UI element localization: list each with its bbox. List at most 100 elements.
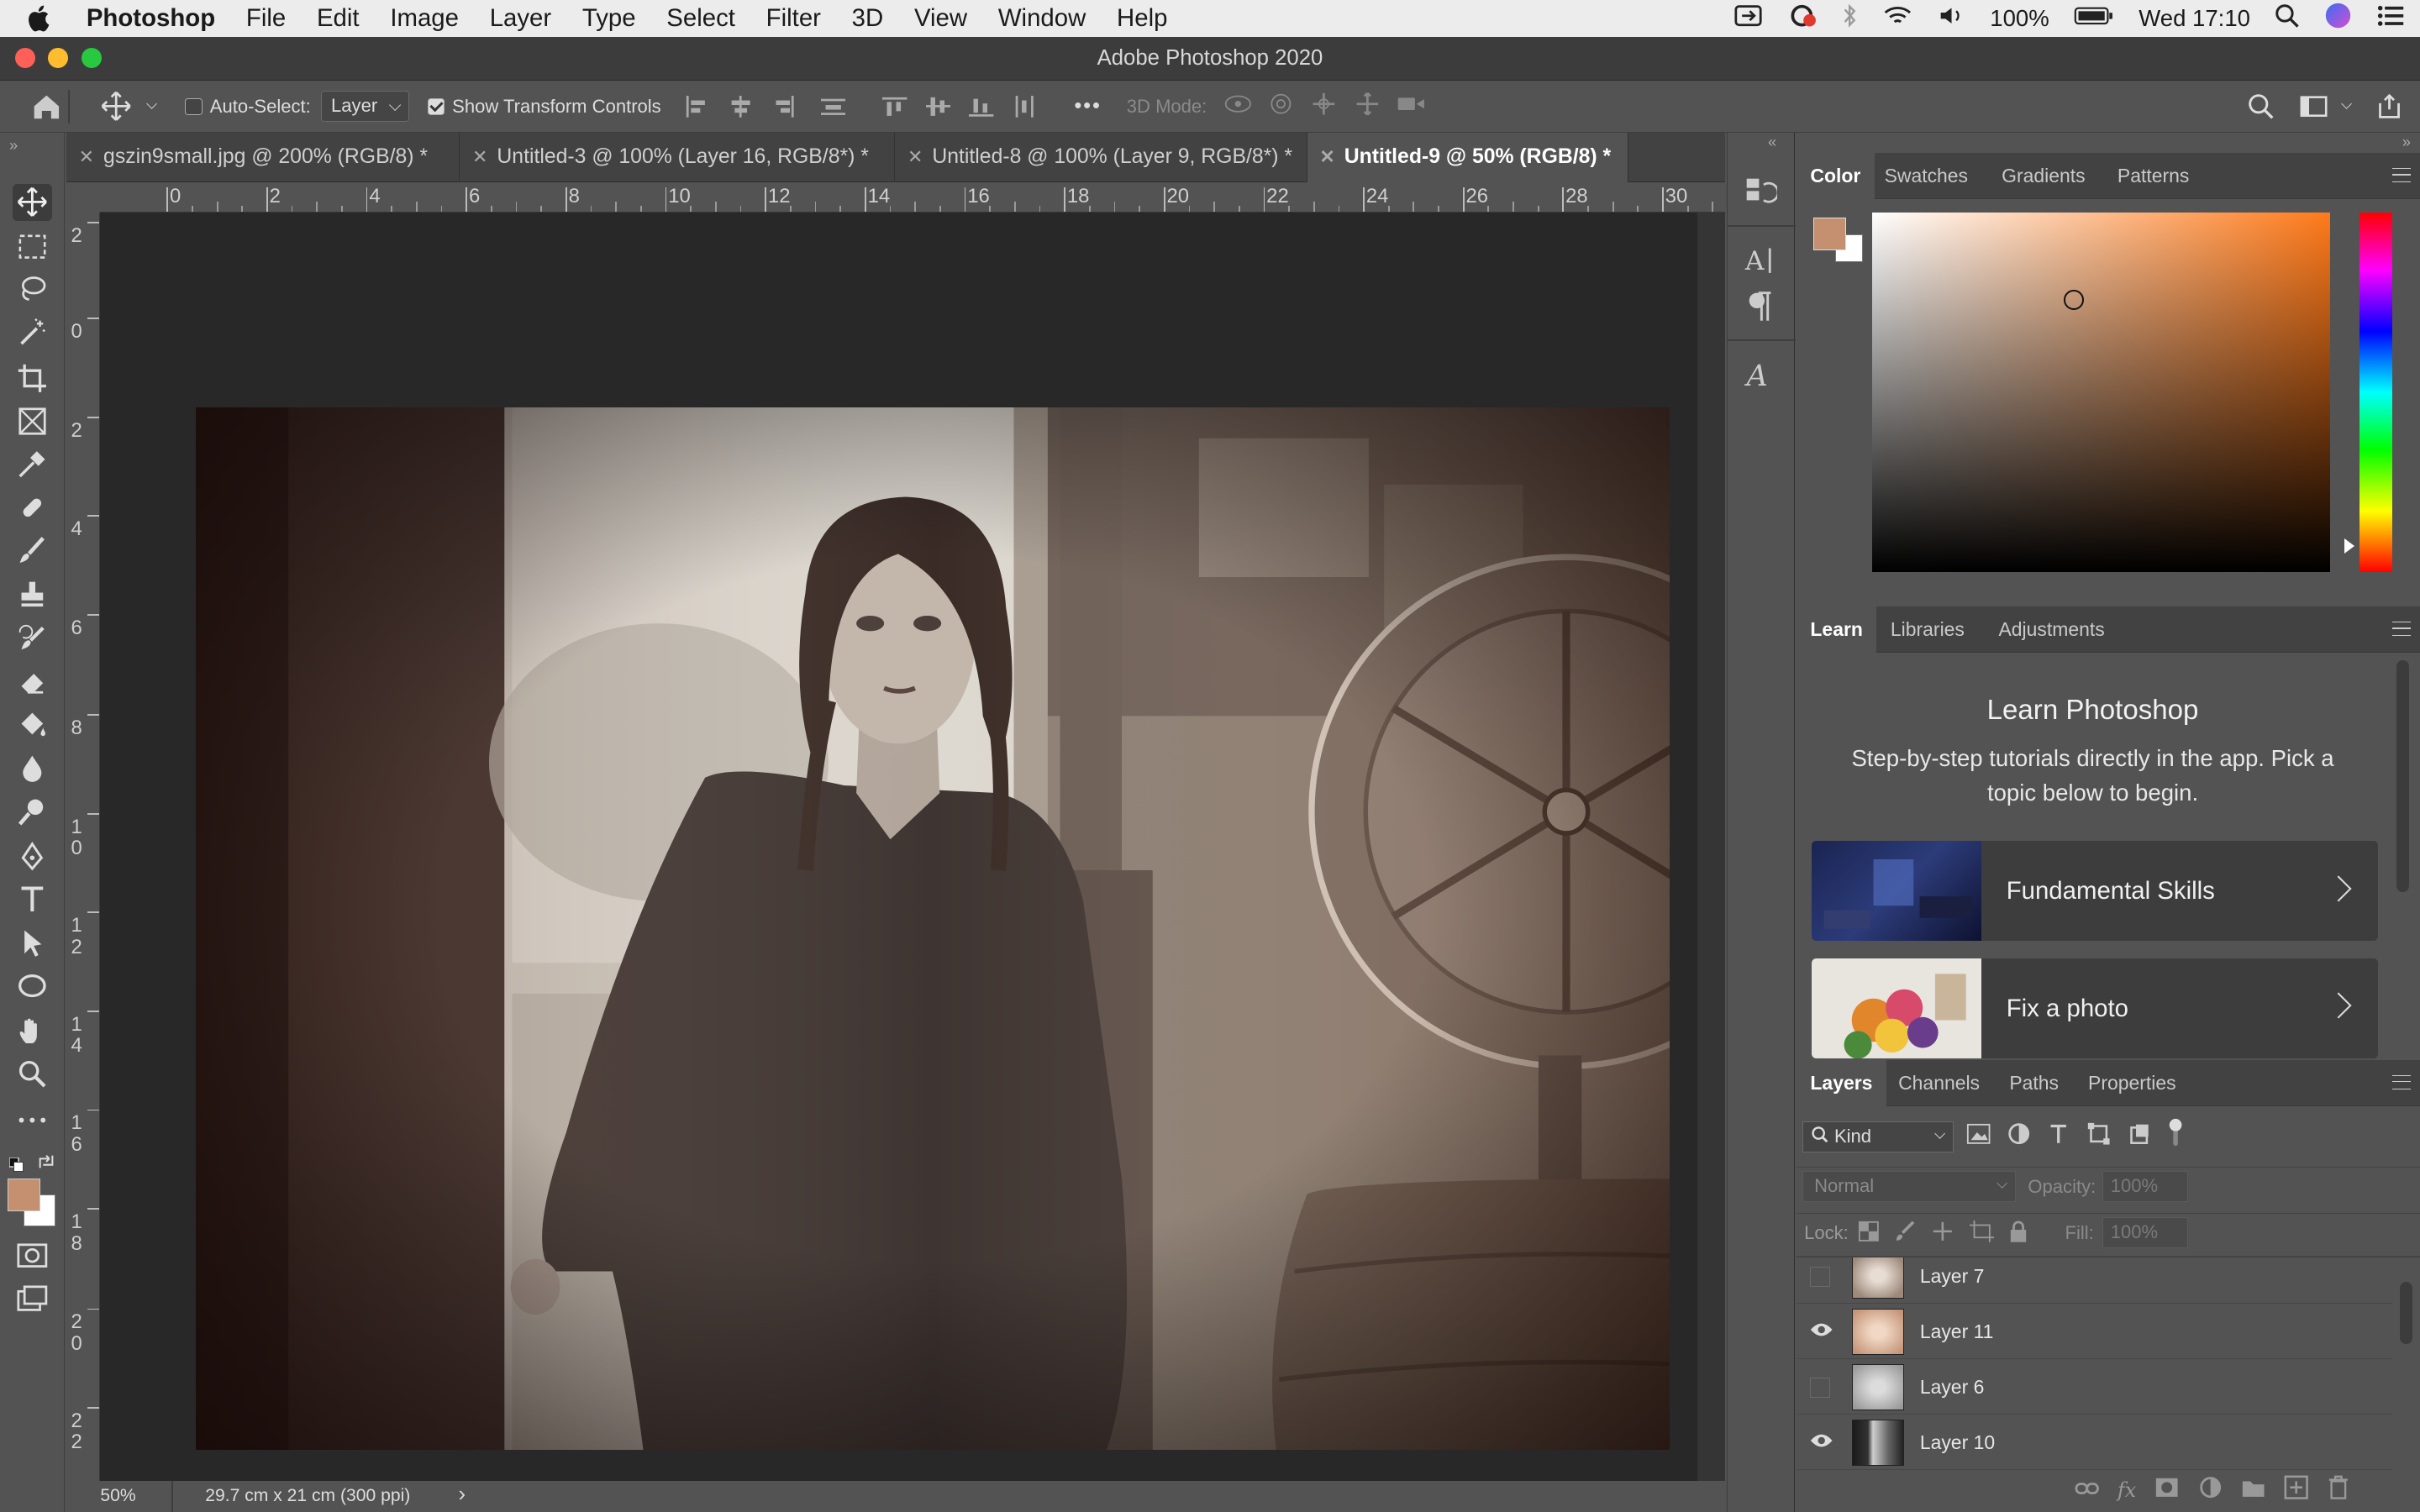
close-tab-icon[interactable]: ✕	[908, 133, 923, 182]
link-layers-icon[interactable]	[2074, 1476, 2099, 1504]
more-options-button[interactable]: •••	[1074, 81, 1102, 133]
ruler-origin[interactable]	[66, 181, 101, 213]
horizontal-ruler[interactable]: 0 2 4 6 8 10 12 14 16 18 20 22 24 26 28 30	[100, 181, 1739, 213]
color-picker-cursor[interactable]	[2063, 290, 2084, 311]
trash-delete-layer-icon[interactable]	[2328, 1475, 2349, 1506]
hue-slider-handle[interactable]	[2344, 538, 2354, 554]
menu-app-name[interactable]: Photoshop	[71, 0, 230, 37]
align-top-edges-icon[interactable]	[882, 96, 908, 118]
default-colors-icon[interactable]	[8, 1151, 24, 1179]
layer-style-fx-icon[interactable]: fx	[2118, 1478, 2136, 1502]
layers-scrollbar[interactable]	[2400, 1282, 2412, 1344]
menu-layer[interactable]: Layer	[474, 0, 566, 37]
color-panel-foreground-swatch[interactable]	[1813, 217, 1846, 250]
new-adjustment-layer-icon[interactable]	[2198, 1475, 2223, 1506]
layer-row-layer-11[interactable]: Layer 11	[1796, 1304, 2392, 1360]
menu-edit[interactable]: Edit	[302, 0, 375, 37]
new-group-folder-icon[interactable]	[2241, 1476, 2265, 1504]
move-tool-preset-picker[interactable]	[99, 81, 158, 133]
auto-select-target-select[interactable]: Layer	[321, 91, 409, 123]
document-tab-active[interactable]: ✕ Untitled-9 @ 50% (RGB/8) *	[1307, 132, 1628, 182]
align-bottom-edges-icon[interactable]	[969, 96, 994, 118]
menu-3d[interactable]: 3D	[836, 0, 898, 37]
creative-cloud-icon[interactable]	[1786, 3, 1818, 34]
brush-tool-icon[interactable]	[13, 533, 53, 570]
close-tab-icon[interactable]: ✕	[1319, 133, 1334, 182]
zoom-level[interactable]: 50%	[100, 1486, 135, 1506]
tab-properties[interactable]: Properties	[2075, 1060, 2191, 1106]
distribute-horizontal-icon[interactable]	[1013, 95, 1037, 118]
edit-toolbar-icon[interactable]	[13, 1101, 53, 1138]
collapse-dock-icon[interactable]: »	[2402, 133, 2411, 151]
ellipse-tool-icon[interactable]	[13, 968, 53, 1005]
move-tool-icon[interactable]	[12, 183, 53, 221]
panel-menu-icon[interactable]	[2391, 1075, 2411, 1089]
clock[interactable]: Wed 17:10	[2139, 5, 2250, 32]
menu-window[interactable]: Window	[982, 0, 1101, 37]
volume-icon[interactable]	[1938, 3, 1965, 34]
tab-adjustments[interactable]: Adjustments	[1985, 606, 2118, 653]
tab-learn[interactable]: Learn	[1796, 606, 1877, 653]
auto-select-checkbox[interactable]: Auto-Select:	[185, 81, 311, 133]
menu-type[interactable]: Type	[567, 0, 651, 37]
lock-artboard-icon[interactable]	[1969, 1221, 1994, 1249]
tab-color[interactable]: Color	[1796, 152, 1875, 199]
tab-paths[interactable]: Paths	[1996, 1060, 2073, 1106]
vertical-ruler[interactable]: 2 0 2 4 6 8 1 0 1 2 1 4 1 6 1 8 2 0 2 2	[66, 213, 101, 1488]
battery-icon[interactable]	[2074, 5, 2114, 33]
zoom-tool-icon[interactable]	[13, 1055, 53, 1092]
lock-transparent-pixels-icon[interactable]	[1858, 1221, 1880, 1249]
distribute-vertical-icon[interactable]	[821, 96, 846, 118]
rectangular-marquee-tool-icon[interactable]	[13, 228, 53, 265]
status-menu-arrow[interactable]: ›	[458, 1483, 466, 1507]
tab-libraries[interactable]: Libraries	[1876, 606, 1978, 653]
layer-name[interactable]: Layer 11	[1920, 1304, 1994, 1359]
blend-mode-select[interactable]: Normal	[1802, 1171, 2016, 1202]
tab-patterns[interactable]: Patterns	[2103, 153, 2202, 199]
siri-icon[interactable]	[2324, 2, 2352, 35]
lasso-tool-icon[interactable]	[13, 271, 53, 308]
canvas-pasteboard[interactable]	[100, 213, 1698, 1488]
menu-filter[interactable]: Filter	[750, 0, 836, 37]
opacity-field[interactable]: 100%	[2102, 1171, 2189, 1202]
menu-select[interactable]: Select	[651, 0, 750, 37]
new-layer-icon[interactable]	[2284, 1475, 2309, 1506]
dodge-tool-icon[interactable]	[13, 793, 53, 830]
character-panel-icon[interactable]: A	[1744, 244, 1777, 284]
learn-card-fundamental-skills[interactable]: Fundamental Skills	[1812, 840, 2379, 942]
close-tab-icon[interactable]: ✕	[79, 133, 94, 182]
hand-tool-icon[interactable]	[13, 1012, 53, 1049]
filter-adjustment-layers-icon[interactable]	[2007, 1121, 2031, 1152]
document-tab[interactable]: ✕ Untitled-8 @ 100% (Layer 9, RGB/8*) *	[895, 132, 1307, 182]
document-tab[interactable]: ✕ Untitled-3 @ 100% (Layer 16, RGB/8*) *	[460, 132, 896, 182]
layer-name[interactable]: Layer 7	[1920, 1257, 1985, 1304]
show-transform-controls-checkbox[interactable]: Show Transform Controls	[427, 81, 661, 133]
eyedropper-tool-icon[interactable]	[13, 446, 53, 483]
eye-icon[interactable]	[1809, 1320, 1833, 1342]
notification-center-icon[interactable]	[2377, 5, 2405, 33]
3d-pan-icon[interactable]	[1308, 92, 1339, 121]
filter-shape-layers-icon[interactable]	[2086, 1121, 2111, 1152]
hue-slider[interactable]	[2360, 213, 2392, 573]
tab-layers[interactable]: Layers	[1796, 1059, 1886, 1106]
layer-row-layer-10[interactable]: Layer 10	[1796, 1415, 2392, 1471]
apple-logo-icon[interactable]	[28, 5, 50, 32]
menu-image[interactable]: Image	[375, 0, 474, 37]
collapse-toolbar-icon[interactable]: »	[9, 136, 18, 155]
add-layer-mask-icon[interactable]	[2154, 1476, 2179, 1504]
paint-bucket-tool-icon[interactable]	[13, 706, 53, 743]
align-left-edges-icon[interactable]	[685, 95, 709, 118]
3d-scale-icon[interactable]	[1395, 92, 1426, 121]
layer-visibility-toggle[interactable]	[1810, 1266, 1831, 1287]
layer-name[interactable]: Layer 10	[1920, 1415, 1995, 1470]
menu-help[interactable]: Help	[1102, 0, 1183, 37]
layer-row-layer-7[interactable]: Layer 7	[1796, 1257, 2392, 1304]
document-size[interactable]: 29.7 cm x 21 cm (300 ppi)	[205, 1486, 410, 1506]
history-brush-tool-icon[interactable]	[13, 620, 53, 657]
type-tool-icon[interactable]	[13, 881, 53, 918]
foreground-color-swatch[interactable]	[8, 1179, 40, 1211]
workspace-switcher-icon[interactable]	[2300, 81, 2353, 133]
learn-scrollbar[interactable]	[2396, 660, 2410, 892]
layer-visibility-toggle[interactable]	[1810, 1378, 1831, 1399]
lock-image-pixels-icon[interactable]	[1895, 1221, 1917, 1249]
